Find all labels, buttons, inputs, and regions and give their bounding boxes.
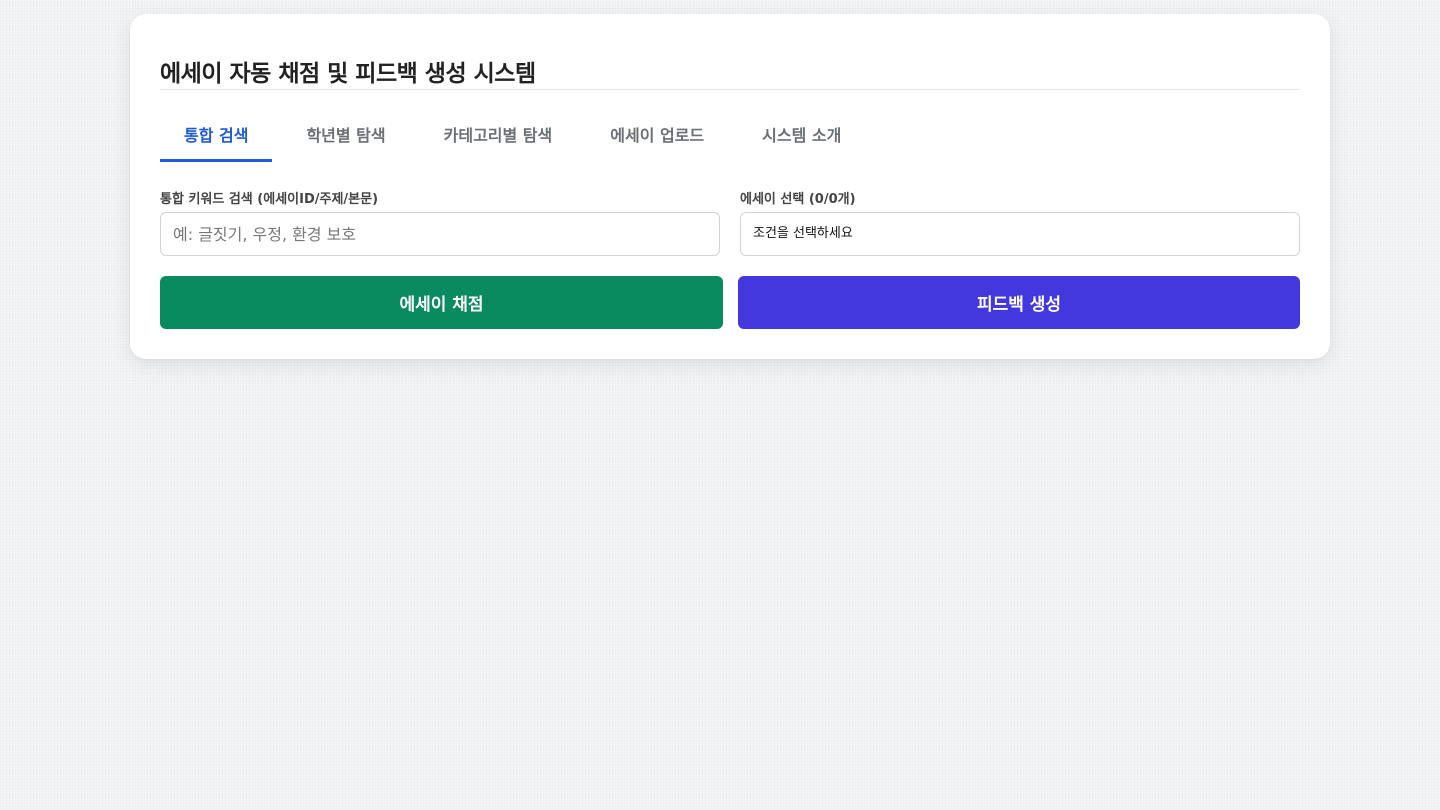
tab-system-intro[interactable]: 시스템 소개: [738, 126, 865, 162]
tab-by-grade[interactable]: 학년별 탐색: [282, 126, 409, 162]
title-divider: [160, 89, 1300, 90]
page-title: 에세이 자동 채점 및 피드백 생성 시스템: [160, 61, 536, 87]
tab-essay-upload[interactable]: 에세이 업로드: [586, 126, 728, 162]
essay-select[interactable]: 조건을 선택하세요: [740, 212, 1300, 256]
generate-feedback-button[interactable]: 피드백 생성: [738, 276, 1300, 329]
tab-by-category[interactable]: 카테고리별 탐색: [420, 126, 577, 162]
search-input[interactable]: [160, 212, 720, 256]
essay-select-label: 에세이 선택 (0/0개): [740, 192, 856, 207]
score-essay-button[interactable]: 에세이 채점: [160, 276, 723, 329]
tab-integrated-search[interactable]: 통합 검색: [160, 126, 273, 162]
search-label: 통합 키워드 검색 (에세이ID/주제/본문): [160, 192, 379, 207]
main-card: 에세이 자동 채점 및 피드백 생성 시스템 통합 검색 학년별 탐색 카테고리…: [130, 14, 1330, 359]
tab-bar: 통합 검색 학년별 탐색 카테고리별 탐색 에세이 업로드 시스템 소개: [160, 126, 865, 162]
